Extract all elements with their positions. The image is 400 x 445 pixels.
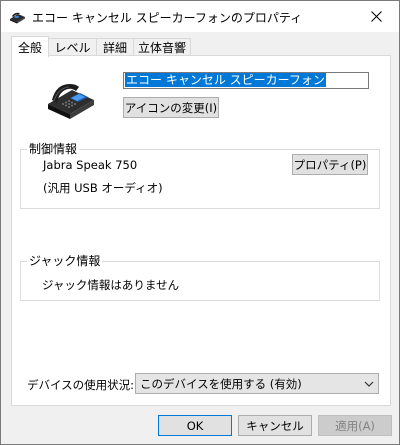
ok-button-label: OK [186, 418, 204, 433]
properties-dialog: エコー キャンセル スピーカーフォンのプロパティ 全般 レベル 詳細 立体音響 [0, 0, 400, 445]
device-usage-selected: このデバイスを使用する (有効) [140, 376, 302, 391]
tab-spatial-sound[interactable]: 立体音響 [133, 38, 191, 56]
tab-advanced[interactable]: 詳細 [96, 38, 134, 56]
apply-button[interactable]: 適用(A) [318, 415, 392, 436]
device-name-value: エコー キャンセル スピーカーフォン [125, 73, 326, 87]
tab-label: 全般 [17, 40, 42, 55]
cancel-button-label: キャンセル [246, 418, 304, 433]
device-usage-dropdown[interactable]: このデバイスを使用する (有効) [135, 373, 379, 394]
cancel-button[interactable]: キャンセル [238, 415, 312, 436]
device-name-field[interactable]: エコー キャンセル スピーカーフォン [123, 72, 369, 89]
close-icon [370, 11, 382, 22]
properties-button-label: プロパティ(P) [293, 157, 367, 172]
window-title: エコー キャンセル スピーカーフォンのプロパティ [32, 11, 303, 25]
ok-button[interactable]: OK [158, 415, 232, 436]
tab-levels[interactable]: レベル [48, 38, 97, 56]
chevron-down-icon [364, 381, 374, 387]
change-icon-button[interactable]: アイコンの変更(I) [123, 97, 219, 118]
close-button[interactable] [353, 1, 399, 32]
jack-info-label: ジャック情報 [27, 252, 103, 269]
speakerphone-icon [10, 12, 25, 24]
tab-general[interactable]: 全般 [11, 36, 49, 57]
jack-info-text: ジャック情報はありません [42, 278, 180, 292]
controller-device-name: Jabra Speak 750 [43, 158, 138, 172]
apply-button-label: 適用(A) [335, 418, 375, 433]
speakerphone-device-icon [48, 84, 94, 119]
properties-button[interactable]: プロパティ(P) [292, 154, 368, 175]
controller-info-label: 制御情報 [27, 140, 80, 157]
title-bar: エコー キャンセル スピーカーフォンのプロパティ [1, 1, 399, 32]
tab-label: レベル [54, 41, 91, 55]
general-tab-panel: エコー キャンセル スピーカーフォン アイコンの変更(I) 制御情報 Jabra… [11, 55, 391, 406]
tab-label: 立体音響 [137, 41, 186, 55]
controller-driver-name: (汎用 USB オーディオ) [43, 181, 163, 195]
tab-label: 詳細 [102, 41, 127, 55]
change-icon-button-label: アイコンの変更(I) [124, 100, 218, 115]
device-usage-label: デバイスの使用状況: [27, 378, 135, 392]
